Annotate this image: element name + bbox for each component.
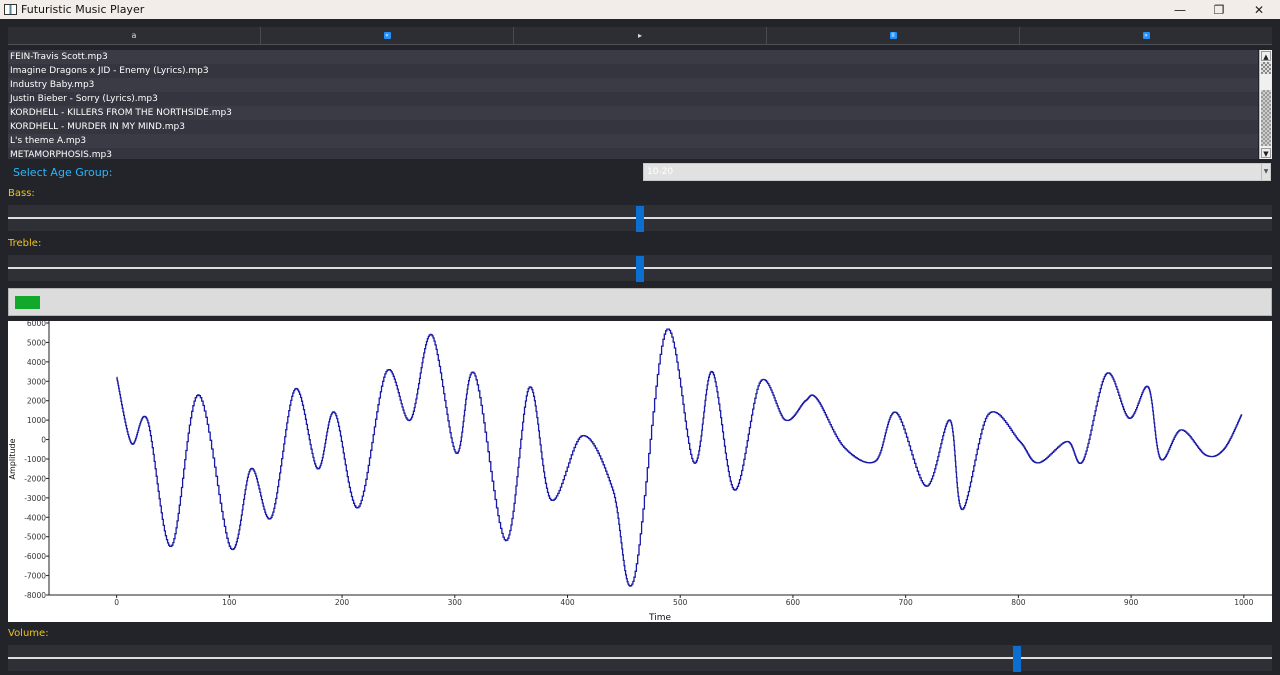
x-tick-label: 300 xyxy=(448,598,463,607)
folder-icon: a xyxy=(131,31,137,40)
y-tick-label: 3000 xyxy=(27,377,46,386)
chevron-down-icon: ▼ xyxy=(1261,164,1270,180)
waveform-line xyxy=(116,328,1243,587)
bass-slider[interactable] xyxy=(8,205,1272,232)
scroll-up-icon[interactable]: ▲ xyxy=(1261,51,1271,61)
playlist-item[interactable]: Industry Baby.mp3 xyxy=(8,78,1258,92)
playback-controls: a « ▸ II » xyxy=(8,27,1272,45)
x-axis-label: Time xyxy=(648,613,671,622)
y-axis-label: Amplitude xyxy=(8,438,17,479)
close-button[interactable]: ✕ xyxy=(1240,0,1278,19)
y-tick-label: -6000 xyxy=(24,552,46,561)
playlist-item[interactable]: Justin Bieber - Sorry (Lyrics).mp3 xyxy=(8,92,1258,106)
volume-slider-handle[interactable] xyxy=(1013,646,1021,672)
scrollbar-thumb[interactable] xyxy=(1261,62,1271,74)
bass-label: Bass: xyxy=(8,188,35,199)
playback-progress-bar[interactable] xyxy=(8,288,1272,316)
age-group-select[interactable]: 10-20 ▼ xyxy=(643,163,1271,181)
volume-label: Volume: xyxy=(8,628,49,639)
playlist-item[interactable]: KORDHELL - KILLERS FROM THE NORTHSIDE.mp… xyxy=(8,106,1258,120)
y-tick-label: -3000 xyxy=(24,494,46,503)
y-tick-label: -5000 xyxy=(24,533,46,542)
y-tick-label: 4000 xyxy=(27,358,46,367)
playlist-item[interactable]: Imagine Dragons x JID - Enemy (Lyrics).m… xyxy=(8,64,1258,78)
y-tick-label: 0 xyxy=(41,436,46,445)
window-title: Futuristic Music Player xyxy=(21,3,145,16)
treble-label: Treble: xyxy=(8,238,42,249)
scroll-down-icon[interactable]: ▼ xyxy=(1261,148,1271,158)
x-tick-label: 0 xyxy=(114,598,119,607)
x-tick-label: 500 xyxy=(673,598,688,607)
x-tick-label: 900 xyxy=(1124,598,1139,607)
volume-slider[interactable] xyxy=(8,645,1272,672)
y-tick-label: 2000 xyxy=(27,397,46,406)
playlist-item[interactable]: KORDHELL - MURDER IN MY MIND.mp3 xyxy=(8,120,1258,134)
slider-groove xyxy=(8,657,1272,659)
playlist-item[interactable]: METAMORPHOSIS.mp3 xyxy=(8,148,1258,159)
pause-icon: II xyxy=(889,32,897,39)
y-tick-label: -4000 xyxy=(24,513,46,522)
playlist-item[interactable]: L's theme A.mp3 xyxy=(8,134,1258,148)
play-icon: ▸ xyxy=(637,31,642,40)
minimize-button[interactable]: — xyxy=(1161,0,1199,19)
y-tick-label: -8000 xyxy=(24,591,46,600)
treble-slider[interactable] xyxy=(8,255,1272,282)
rewind-icon: « xyxy=(383,32,391,39)
progress-fill xyxy=(15,296,40,309)
y-tick-label: -2000 xyxy=(24,474,46,483)
fast-forward-icon: » xyxy=(1142,32,1150,39)
treble-slider-handle[interactable] xyxy=(636,256,644,282)
playlist-item[interactable]: FEIN-Travis Scott.mp3 xyxy=(8,50,1258,64)
x-tick-label: 100 xyxy=(222,598,237,607)
scrollbar-track[interactable] xyxy=(1261,90,1271,146)
previous-button[interactable]: « xyxy=(261,27,514,45)
playlist[interactable]: FEIN-Travis Scott.mp3 Imagine Dragons x … xyxy=(8,50,1258,159)
y-tick-label: 6000 xyxy=(27,321,46,328)
x-tick-label: 800 xyxy=(1011,598,1026,607)
playlist-scrollbar[interactable]: ▲ ▼ xyxy=(1259,50,1272,159)
x-tick-label: 1000 xyxy=(1234,598,1253,607)
x-tick-label: 700 xyxy=(898,598,913,607)
next-button[interactable]: » xyxy=(1020,27,1272,45)
bass-slider-handle[interactable] xyxy=(636,206,644,232)
title-bar: Futuristic Music Player — ❐ ✕ xyxy=(0,0,1280,19)
app-window-icon xyxy=(4,4,17,15)
pause-button[interactable]: II xyxy=(767,27,1020,45)
open-button[interactable]: a xyxy=(8,27,261,45)
age-group-value: 10-20 xyxy=(647,167,674,177)
y-tick-label: -7000 xyxy=(24,572,46,581)
x-tick-label: 600 xyxy=(786,598,801,607)
play-button[interactable]: ▸ xyxy=(514,27,767,45)
x-tick-label: 400 xyxy=(560,598,575,607)
waveform-svg: 6000500040003000200010000-1000-2000-3000… xyxy=(8,319,1272,623)
x-tick-label: 200 xyxy=(335,598,350,607)
maximize-button[interactable]: ❐ xyxy=(1200,0,1238,19)
y-tick-label: -1000 xyxy=(24,455,46,464)
age-group-label: Select Age Group: xyxy=(13,166,113,179)
waveform-chart: 6000 5000 4000 3000 2000 1000 0 -1000 -2000 -3000… xyxy=(8,319,1272,623)
y-tick-label: 1000 xyxy=(27,416,46,425)
y-tick-label: 5000 xyxy=(27,338,46,347)
